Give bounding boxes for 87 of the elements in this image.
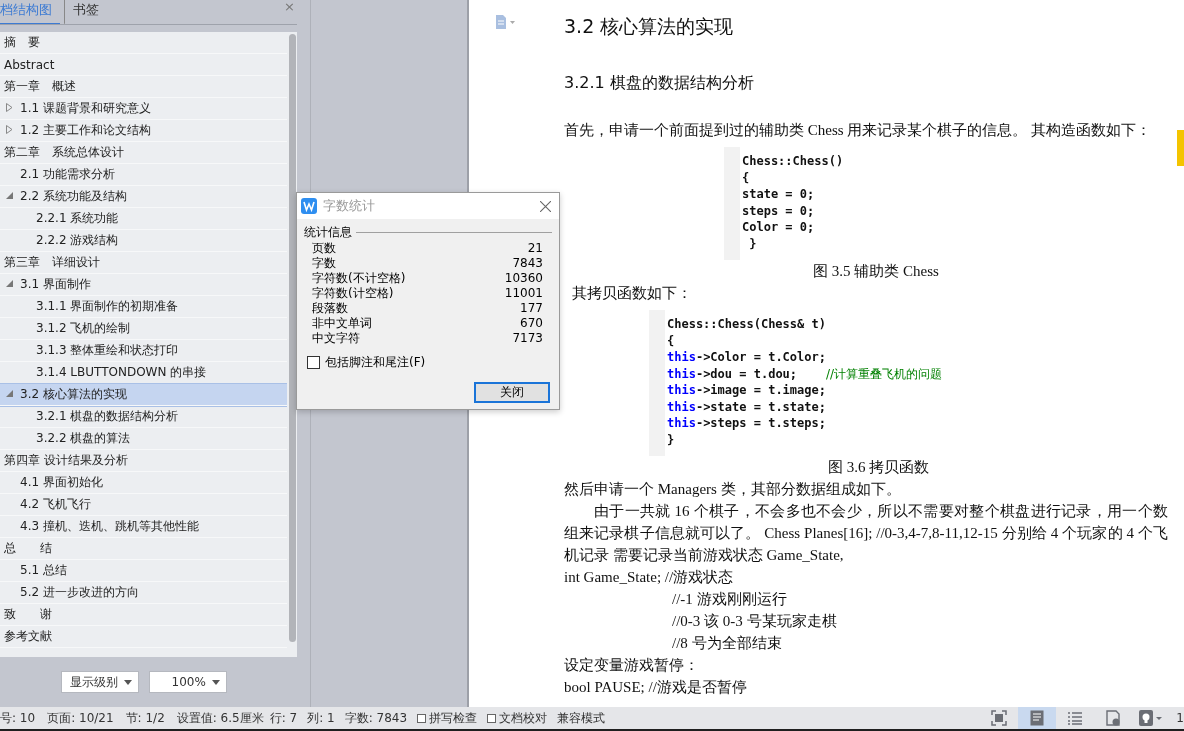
stat-value: 10360 [504,271,543,286]
stat-value: 177 [520,301,543,316]
outline-item[interactable]: 摘 要 [0,32,287,54]
stat-label: 字符数(不计空格) [312,271,406,286]
outline-item[interactable]: 3.1.3 整体重绘和状态打印 [0,340,287,362]
outline-item[interactable]: 3.2.1 棋盘的数据结构分析 [0,406,287,428]
margin-marker [1177,130,1184,166]
stat-value: 7843 [512,256,543,271]
status-text: 列: 1 [307,709,335,727]
outline-item[interactable]: 1.2 主要工作和论文结构 [0,120,287,142]
outline-item[interactable]: 第一章 概述 [0,76,287,98]
outline-item[interactable]: 第三章 详细设计 [0,252,287,274]
scrollbar-thumb[interactable] [288,34,296,642]
stat-value: 11001 [504,286,543,301]
status-text: 页面: 10/21 [47,709,114,727]
status-text: 兼容模式 [557,709,606,727]
checkbox-label: 包括脚注和尾注(F) [325,354,426,371]
outline-item[interactable]: 4.1 界面初始化 [0,472,287,494]
paragraph: 首先，申请一个前面提到过的辅助类 Chess 用来记录某个棋子的信息。 其构造函数如下： [564,121,1153,140]
code-listing: Chess::Chess(Chess& t) { this->Color = t.Color; this->dou = t.dou; //计算重叠飞机的问题 this->image = t.image; this->state = t.state; this->steps = t.steps; } [666,316,944,449]
close-button[interactable]: 关闭 [474,382,550,403]
stat-value: 670 [520,316,543,331]
stat-label: 页数 [312,241,336,256]
outline-item[interactable]: 第四章 设计结果及分析 [0,450,287,472]
stat-label: 中文字符 [312,331,360,346]
outline-item[interactable]: 3.1.1 界面制作的初期准备 [0,296,287,318]
status-text: 节: 1/2 [125,709,165,727]
page-view-icon [1030,710,1045,726]
status-toggle[interactable]: 拼写检查 [417,709,478,727]
fullscreen-icon [991,710,1008,726]
outline-item[interactable]: Abstract [0,54,287,76]
view-button[interactable] [1018,707,1057,729]
figure-caption: 图 3.5 辅助类 Chess [812,262,940,281]
text-line: bool PAUSE; //游戏是否暂停 [564,678,748,697]
web-view-icon [1106,710,1121,726]
outline-item[interactable]: 5.1 总结 [0,560,287,582]
outline-item[interactable]: 总 结 [0,538,287,560]
comment-line: //-1 游戏刚刚运行 [672,590,788,609]
caret-icon[interactable] [211,679,220,685]
status-text: 1 [1176,711,1184,725]
app-logo-icon [301,198,317,214]
outline-item[interactable]: 4.3 撞机、迭机、跳机等其他性能 [0,516,287,538]
status-text: 行: 7 [269,709,298,727]
level-dropdown[interactable]: 显示级别 [60,671,139,693]
comment-line: //0-3 该 0-3 号某玩家走棋 [672,612,838,631]
outline-view-icon [1068,711,1083,725]
dialog-title: 字数统计 [323,197,376,215]
stat-label: 字数 [312,256,336,271]
subsection-heading: 3.2.1 棋盘的数据结构分析 [564,73,755,94]
text-line: 设定变量游戏暂停： [564,656,700,675]
outline-item[interactable]: 3.2 核心算法的实现 [0,384,287,406]
outline-item[interactable]: 3.1 界面制作 [0,274,287,296]
group-label: 统计信息 [304,224,352,241]
stat-label: 字符数(计空格) [312,286,394,301]
panel-tab[interactable]: 书签 [64,0,107,24]
status-text: 号: 10 [0,709,36,727]
outline-item[interactable]: 1.1 课题背景和研究意义 [0,98,287,120]
close-icon[interactable] [540,200,551,212]
outline-item[interactable]: 2.2 系统功能及结构 [0,186,287,208]
outline-item[interactable]: 3.2.2 棋盘的算法 [0,428,287,450]
caret-icon[interactable] [123,679,132,685]
checkbox[interactable] [307,356,320,369]
text-line: int Game_State; //游戏状态 [564,568,735,587]
outline-item[interactable]: 致 谢 [0,604,287,626]
outline-item[interactable]: 5.2 进一步改进的方向 [0,582,287,604]
bulb-icon [1139,710,1164,726]
comment-line: //8 号为全部结束 [672,634,783,653]
outline-item[interactable]: 4.2 飞机飞行 [0,494,287,516]
section-heading: 3.2 核心算法的实现 [564,14,735,39]
text-line: 其拷贝函数如下： [572,284,693,303]
outline-item[interactable]: 参考文献 [0,626,287,648]
status-toggle[interactable]: 文档校对 [487,709,548,727]
outline-item[interactable]: 3.1.2 飞机的绘制 [0,318,287,340]
outline-item[interactable]: 2.2.1 系统功能 [0,208,287,230]
stat-value: 21 [527,241,543,256]
code-listing: Chess::Chess() { state = 0; steps = 0; Color = 0; } [741,153,845,253]
zoom-dropdown[interactable]: 100% [148,671,227,693]
outline-item[interactable]: 2.2.2 游戏结构 [0,230,287,252]
stat-label: 非中文单词 [312,316,372,331]
status-text: 字数: 7843 [344,709,408,727]
text-line: 然后申请一个 Managers 类，其部分数据组成如下。 [564,480,902,499]
stat-label: 段落数 [312,301,348,316]
stat-value: 7173 [512,331,543,346]
status-text: 设置值: 6.5厘米 [176,709,264,727]
outline-item[interactable]: 2.1 功能需求分析 [0,164,287,186]
figure-caption: 图 3.6 拷贝函数 [826,458,931,477]
outline-item[interactable]: 第二章 系统总体设计 [0,142,287,164]
